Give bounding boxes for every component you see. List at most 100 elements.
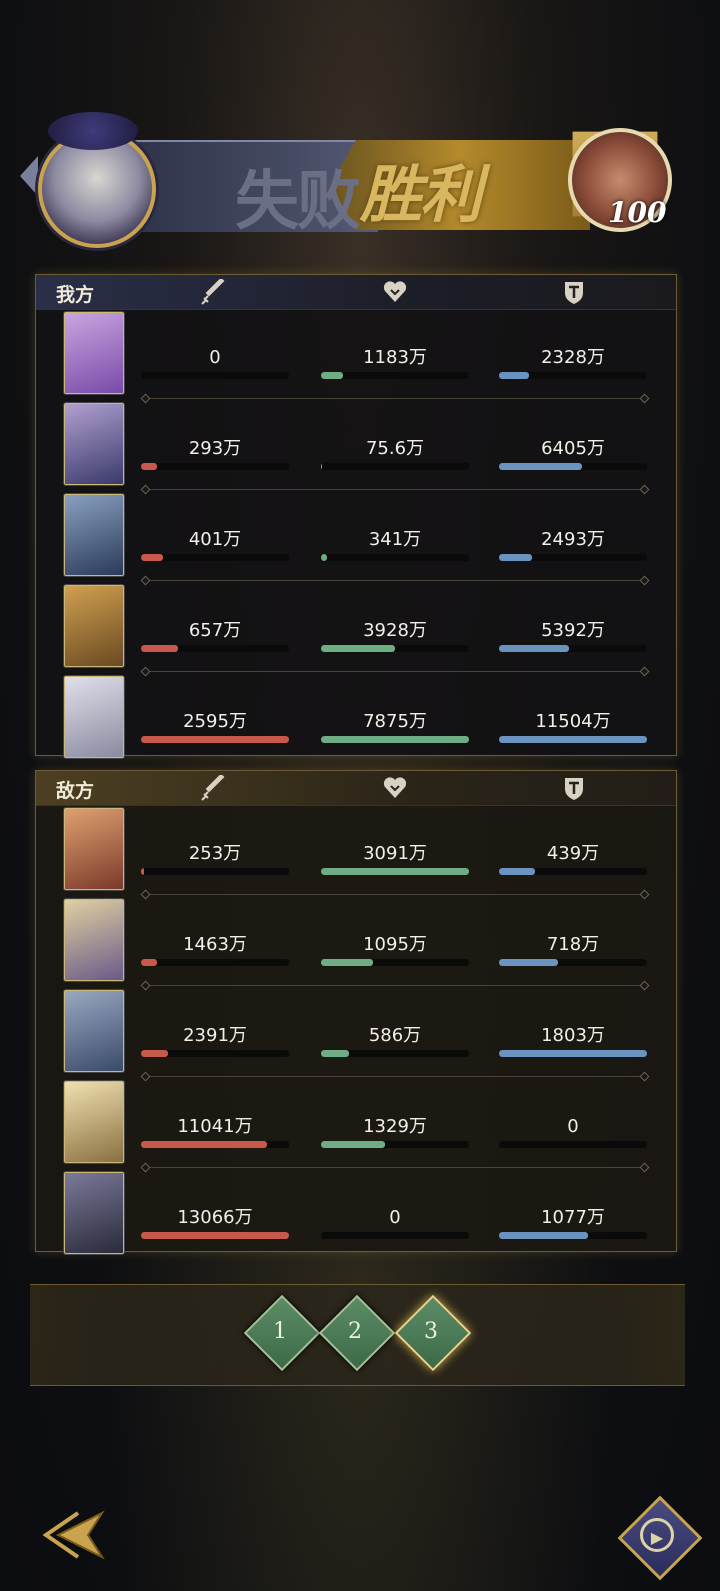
defense-value: 2328万 [541, 347, 605, 368]
hp-bar-fill [321, 463, 323, 470]
attack-value: 293万 [188, 438, 242, 459]
hero-portrait[interactable] [64, 990, 124, 1072]
attack-bar [141, 1232, 289, 1239]
hp-stat: 1183万 [321, 348, 469, 386]
shield-icon [561, 775, 587, 801]
hero-portrait[interactable] [64, 494, 124, 576]
attack-stat: 2595万 [141, 712, 289, 750]
shield-icon [561, 279, 587, 305]
hp-bar [321, 645, 469, 652]
attack-bar [141, 959, 289, 966]
defense-bar [499, 1141, 647, 1148]
hp-bar-fill [321, 1141, 385, 1148]
attack-bar [141, 736, 289, 743]
ally-hero-row: 401万 341万 2493万 [36, 492, 676, 583]
back-button[interactable] [38, 1505, 110, 1565]
attack-stat: 293万 [141, 439, 289, 477]
hp-bar [321, 1232, 469, 1239]
round-label: 1 [273, 1319, 287, 1344]
hp-bar [321, 1141, 469, 1148]
ally-panel-header: 我方 [36, 275, 676, 310]
defense-bar [499, 554, 647, 561]
enemy-hero-row: 1463万 1095万 718万 [36, 897, 676, 988]
hp-value: 1183万 [363, 347, 427, 368]
attack-value: 401万 [188, 529, 242, 550]
defense-stat: 5392万 [499, 621, 647, 659]
defense-value: 5392万 [541, 620, 605, 641]
attack-stat: 13066万 [141, 1208, 289, 1246]
hp-bar [321, 463, 469, 470]
attack-bar-fill [141, 959, 158, 966]
attack-bar-fill [141, 554, 164, 561]
hp-bar [321, 959, 469, 966]
ally-hero-row: 293万 75.6万 6405万 [36, 401, 676, 492]
hero-portrait[interactable] [64, 585, 124, 667]
defense-value: 2493万 [541, 529, 605, 550]
hero-portrait[interactable] [64, 1081, 124, 1163]
defense-value: 1803万 [541, 1025, 605, 1046]
enemy-stats-panel: 敌方 253万 3091万 439万 1463万 1095万 718万 2391万 586万 1… [35, 770, 677, 1254]
attack-bar [141, 1050, 289, 1057]
hp-bar [321, 868, 469, 875]
hero-portrait[interactable] [64, 808, 124, 890]
hp-value: 3091万 [363, 843, 427, 864]
row-divider [144, 489, 646, 490]
attack-bar [141, 372, 289, 379]
left-frame-ornament [20, 156, 38, 196]
hp-stat: 341万 [321, 530, 469, 568]
enemy-hero-row: 11041万 1329万 0 [36, 1079, 676, 1170]
defense-bar-fill [499, 1050, 647, 1057]
enemy-label: 敌方 [56, 780, 95, 802]
round-label: 3 [424, 1319, 438, 1344]
attack-bar [141, 554, 289, 561]
attack-bar-fill [141, 1141, 267, 1148]
sword-icon [201, 773, 227, 801]
defeat-label: 失败 [235, 164, 361, 239]
enemy-level: 100 [608, 196, 667, 229]
defense-stat: 11504万 [499, 712, 647, 750]
hp-stat: 3928万 [321, 621, 469, 659]
defense-stat: 2493万 [499, 530, 647, 568]
defense-bar [499, 645, 647, 652]
attack-stat: 401万 [141, 530, 289, 568]
defense-bar-fill [499, 645, 569, 652]
defense-value: 718万 [546, 934, 600, 955]
row-divider [144, 1076, 646, 1077]
defense-value: 0 [567, 1116, 579, 1137]
heart-icon [382, 775, 408, 801]
defense-bar-fill [499, 372, 529, 379]
row-divider [144, 398, 646, 399]
row-divider [144, 985, 646, 986]
defense-bar [499, 1050, 647, 1057]
defense-bar [499, 1232, 647, 1239]
defense-bar-fill [499, 736, 647, 743]
attack-bar-fill [141, 868, 144, 875]
hp-bar [321, 736, 469, 743]
hp-bar [321, 372, 469, 379]
defense-bar [499, 463, 647, 470]
defense-stat: 6405万 [499, 439, 647, 477]
enemy-rows: 253万 3091万 439万 1463万 1095万 718万 2391万 586万 1803… [36, 806, 676, 1261]
hero-portrait[interactable] [64, 403, 124, 485]
attack-bar [141, 645, 289, 652]
hero-portrait[interactable] [64, 899, 124, 981]
hp-value: 0 [389, 1207, 401, 1228]
hp-stat: 0 [321, 1208, 469, 1246]
hp-bar-fill [321, 868, 469, 875]
hp-value: 586万 [368, 1025, 422, 1046]
hero-portrait[interactable] [64, 312, 124, 394]
hp-bar-fill [321, 736, 469, 743]
attack-value: 253万 [188, 843, 242, 864]
hero-portrait[interactable] [64, 676, 124, 758]
attack-bar [141, 463, 289, 470]
hp-bar-fill [321, 372, 344, 379]
enemy-hero-row: 2391万 586万 1803万 [36, 988, 676, 1079]
defense-bar-fill [499, 463, 582, 470]
hero-portrait[interactable] [64, 1172, 124, 1254]
enemy-hero-row: 253万 3091万 439万 [36, 806, 676, 897]
attack-bar-fill [141, 1050, 168, 1057]
defense-stat: 1803万 [499, 1026, 647, 1064]
defense-value: 11504万 [535, 711, 611, 732]
defense-bar-fill [499, 868, 535, 875]
hp-value: 341万 [368, 529, 422, 550]
